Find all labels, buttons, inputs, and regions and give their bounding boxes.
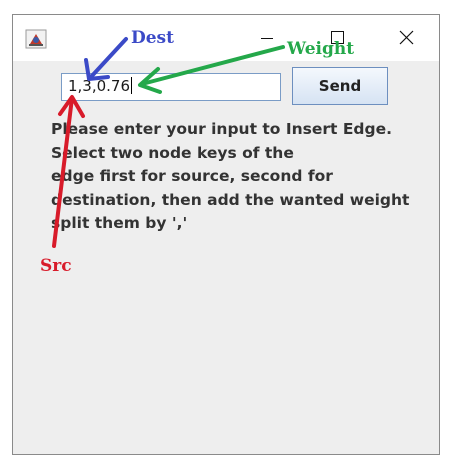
instruction-line: edge first for source, second for [51,167,333,185]
maximize-icon[interactable] [323,26,351,50]
instruction-line: destination, then add the wanted weight [51,190,410,209]
java-app-icon [25,29,47,49]
title-bar[interactable] [13,15,439,61]
close-icon[interactable] [393,26,421,50]
minimize-icon[interactable] [253,26,281,50]
edge-input-field[interactable]: 1,3,0.76 [61,73,281,101]
app-window: 1,3,0.76 Send Please enter your input to… [12,14,440,455]
send-button[interactable]: Send [292,67,388,105]
edge-input-value: 1,3,0.76 [68,77,131,95]
instruction-text: Please enter your input to Insert Edge. … [51,118,431,236]
text-caret [131,77,133,94]
instruction-line: split them by ',' [51,214,188,232]
instruction-line: Please enter your input to Insert Edge. [51,120,393,138]
instruction-line: Select two node keys of the [51,143,294,162]
